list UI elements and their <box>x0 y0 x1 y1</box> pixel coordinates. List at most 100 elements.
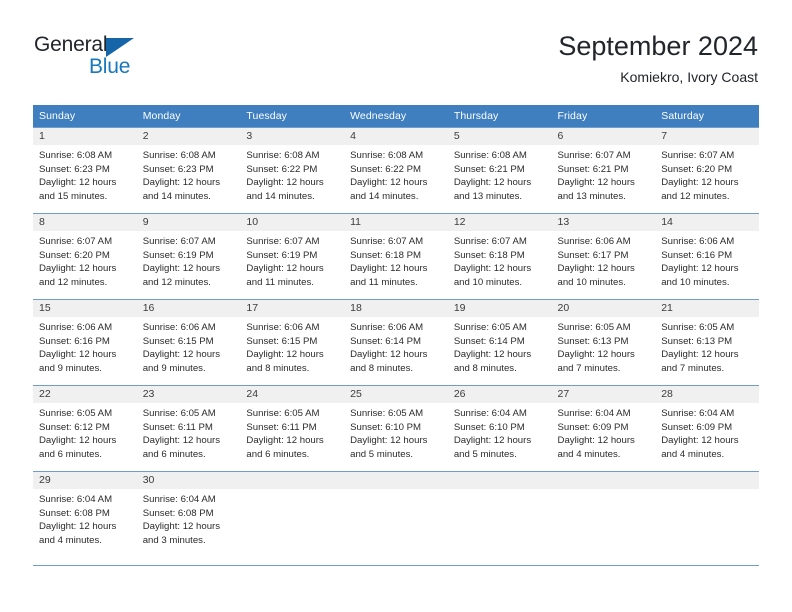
day-details: Sunrise: 6:06 AM Sunset: 6:17 PM Dayligh… <box>552 231 656 289</box>
day-cell[interactable]: 3 Sunrise: 6:08 AM Sunset: 6:22 PM Dayli… <box>240 127 345 214</box>
day-cell[interactable]: 17 Sunrise: 6:06 AM Sunset: 6:15 PM Dayl… <box>240 299 345 386</box>
sunset-text: Sunset: 6:15 PM <box>246 335 318 347</box>
day-cell[interactable]: 27 Sunrise: 6:04 AM Sunset: 6:09 PM Dayl… <box>551 385 656 472</box>
sunrise-text: Sunrise: 6:07 AM <box>39 236 113 247</box>
daylight-text-line1: Daylight: 12 hours <box>557 177 635 189</box>
sunrise-text: Sunrise: 6:08 AM <box>39 150 113 161</box>
day-cell[interactable]: 12 Sunrise: 6:07 AM Sunset: 6:18 PM Dayl… <box>447 213 552 300</box>
daylight-text-line1: Daylight: 12 hours <box>142 521 221 533</box>
day-details: Sunrise: 6:06 AM Sunset: 6:16 PM Dayligh… <box>655 231 759 289</box>
day-cell[interactable]: 26 Sunrise: 6:04 AM Sunset: 6:10 PM Dayl… <box>447 385 552 472</box>
day-number: 26 <box>447 386 552 403</box>
day-details: Sunrise: 6:05 AM Sunset: 6:10 PM Dayligh… <box>344 403 448 461</box>
day-cell[interactable]: 9 Sunrise: 6:07 AM Sunset: 6:19 PM Dayli… <box>136 213 241 300</box>
day-cell[interactable]: 23 Sunrise: 6:05 AM Sunset: 6:11 PM Dayl… <box>136 385 241 472</box>
daylight-text-line2: and 11 minutes. <box>350 276 418 288</box>
daylight-text-line2: and 14 minutes. <box>142 190 211 202</box>
day-details: Sunrise: 6:07 AM Sunset: 6:20 PM Dayligh… <box>33 231 137 289</box>
day-number: 22 <box>33 386 137 403</box>
daylight-text-line2: and 15 minutes. <box>39 190 108 202</box>
daylight-text-line1: Daylight: 12 hours <box>661 349 739 361</box>
daylight-text-line1: Daylight: 12 hours <box>142 349 221 361</box>
sunrise-text: Sunrise: 6:05 AM <box>350 408 424 419</box>
calendar-week-row: 1 Sunrise: 6:08 AM Sunset: 6:23 PM Dayli… <box>33 127 759 214</box>
day-cell[interactable]: 24 Sunrise: 6:05 AM Sunset: 6:11 PM Dayl… <box>240 385 345 472</box>
day-cell[interactable]: 21 Sunrise: 6:05 AM Sunset: 6:13 PM Dayl… <box>655 299 759 386</box>
day-details: Sunrise: 6:07 AM Sunset: 6:20 PM Dayligh… <box>655 145 759 203</box>
sunset-text: Sunset: 6:19 PM <box>142 249 214 261</box>
sunrise-text: Sunrise: 6:07 AM <box>246 236 320 247</box>
day-cell[interactable]: 20 Sunrise: 6:05 AM Sunset: 6:13 PM Dayl… <box>551 299 656 386</box>
daylight-text-line2: and 12 minutes. <box>661 190 730 202</box>
sunset-text: Sunset: 6:11 PM <box>246 421 317 433</box>
day-cell[interactable]: 25 Sunrise: 6:05 AM Sunset: 6:10 PM Dayl… <box>344 385 448 472</box>
sunset-text: Sunset: 6:22 PM <box>246 163 318 175</box>
day-number: 28 <box>655 386 759 403</box>
daylight-text-line1: Daylight: 12 hours <box>453 349 532 361</box>
daylight-text-line1: Daylight: 12 hours <box>142 435 221 447</box>
day-cell[interactable]: 13 Sunrise: 6:06 AM Sunset: 6:17 PM Dayl… <box>551 213 656 300</box>
sunset-text: Sunset: 6:21 PM <box>557 163 629 175</box>
day-cell[interactable]: 5 Sunrise: 6:08 AM Sunset: 6:21 PM Dayli… <box>447 127 552 214</box>
day-details: Sunrise: 6:08 AM Sunset: 6:22 PM Dayligh… <box>344 145 448 203</box>
day-details: Sunrise: 6:06 AM Sunset: 6:15 PM Dayligh… <box>137 317 241 375</box>
day-cell[interactable]: 7 Sunrise: 6:07 AM Sunset: 6:20 PM Dayli… <box>655 127 759 214</box>
day-cell[interactable]: 16 Sunrise: 6:06 AM Sunset: 6:15 PM Dayl… <box>136 299 241 386</box>
daylight-text-line2: and 8 minutes. <box>350 362 414 374</box>
day-cell[interactable]: 4 Sunrise: 6:08 AM Sunset: 6:22 PM Dayli… <box>344 127 448 214</box>
day-cell[interactable]: 8 Sunrise: 6:07 AM Sunset: 6:20 PM Dayli… <box>33 213 137 300</box>
daylight-text-line1: Daylight: 12 hours <box>39 521 117 533</box>
calendar-body: 1 Sunrise: 6:08 AM Sunset: 6:23 PM Dayli… <box>33 127 759 558</box>
daylight-text-line2: and 10 minutes. <box>557 276 626 288</box>
day-details: Sunrise: 6:06 AM Sunset: 6:14 PM Dayligh… <box>344 317 448 375</box>
day-cell[interactable]: 10 Sunrise: 6:07 AM Sunset: 6:19 PM Dayl… <box>240 213 345 300</box>
sunset-text: Sunset: 6:08 PM <box>142 507 214 519</box>
daylight-text-line1: Daylight: 12 hours <box>39 435 117 447</box>
weekday-header-wednesday: Wednesday <box>344 105 448 128</box>
calendar-week-row: 15 Sunrise: 6:06 AM Sunset: 6:16 PM Dayl… <box>33 299 759 386</box>
day-details: Sunrise: 6:07 AM Sunset: 6:21 PM Dayligh… <box>552 145 656 203</box>
sunrise-text: Sunrise: 6:04 AM <box>142 494 216 505</box>
day-cell[interactable]: 6 Sunrise: 6:07 AM Sunset: 6:21 PM Dayli… <box>551 127 656 214</box>
day-details: Sunrise: 6:04 AM Sunset: 6:08 PM Dayligh… <box>33 489 137 547</box>
daylight-text-line2: and 6 minutes. <box>246 448 310 460</box>
sunrise-text: Sunrise: 6:06 AM <box>661 236 735 247</box>
day-number: 14 <box>655 214 759 231</box>
sunset-text: Sunset: 6:11 PM <box>142 421 213 433</box>
sunrise-text: Sunrise: 6:07 AM <box>453 236 527 247</box>
daylight-text-line1: Daylight: 12 hours <box>557 435 635 447</box>
day-cell[interactable]: 2 Sunrise: 6:08 AM Sunset: 6:23 PM Dayli… <box>136 127 241 214</box>
day-cell[interactable]: 22 Sunrise: 6:05 AM Sunset: 6:12 PM Dayl… <box>33 385 137 472</box>
day-number <box>447 472 552 489</box>
day-details: Sunrise: 6:04 AM Sunset: 6:09 PM Dayligh… <box>655 403 759 461</box>
day-cell[interactable]: 11 Sunrise: 6:07 AM Sunset: 6:18 PM Dayl… <box>344 213 448 300</box>
day-cell[interactable]: 28 Sunrise: 6:04 AM Sunset: 6:09 PM Dayl… <box>655 385 759 472</box>
sunset-text: Sunset: 6:14 PM <box>453 335 525 347</box>
daylight-text-line2: and 14 minutes. <box>246 190 315 202</box>
day-cell[interactable]: 30 Sunrise: 6:04 AM Sunset: 6:08 PM Dayl… <box>136 471 241 558</box>
title-block: September 2024 Komiekro, Ivory Coast <box>558 30 758 87</box>
day-cell[interactable]: 19 Sunrise: 6:05 AM Sunset: 6:14 PM Dayl… <box>447 299 552 386</box>
day-number: 15 <box>33 300 137 317</box>
day-cell[interactable]: 1 Sunrise: 6:08 AM Sunset: 6:23 PM Dayli… <box>33 127 137 214</box>
daylight-text-line1: Daylight: 12 hours <box>350 263 428 275</box>
general-blue-logo[interactable]: General Blue <box>34 33 224 85</box>
day-cell[interactable]: 29 Sunrise: 6:04 AM Sunset: 6:08 PM Dayl… <box>33 471 137 558</box>
day-number: 3 <box>240 128 345 145</box>
daylight-text-line1: Daylight: 12 hours <box>39 263 117 275</box>
day-details: Sunrise: 6:05 AM Sunset: 6:11 PM Dayligh… <box>240 403 344 461</box>
day-number <box>655 472 759 489</box>
daylight-text-line2: and 13 minutes. <box>557 190 626 202</box>
day-details: Sunrise: 6:07 AM Sunset: 6:18 PM Dayligh… <box>448 231 552 289</box>
daylight-text-line2: and 8 minutes. <box>453 362 517 374</box>
day-number: 1 <box>33 128 137 145</box>
sunset-text: Sunset: 6:16 PM <box>39 335 110 347</box>
sunset-text: Sunset: 6:08 PM <box>39 507 110 519</box>
day-details: Sunrise: 6:06 AM Sunset: 6:15 PM Dayligh… <box>240 317 344 375</box>
day-details: Sunrise: 6:08 AM Sunset: 6:23 PM Dayligh… <box>137 145 241 203</box>
day-cell[interactable]: 14 Sunrise: 6:06 AM Sunset: 6:16 PM Dayl… <box>655 213 759 300</box>
day-cell[interactable]: 18 Sunrise: 6:06 AM Sunset: 6:14 PM Dayl… <box>344 299 448 386</box>
day-number: 5 <box>447 128 552 145</box>
sunrise-text: Sunrise: 6:08 AM <box>142 150 216 161</box>
day-cell[interactable]: 15 Sunrise: 6:06 AM Sunset: 6:16 PM Dayl… <box>33 299 137 386</box>
